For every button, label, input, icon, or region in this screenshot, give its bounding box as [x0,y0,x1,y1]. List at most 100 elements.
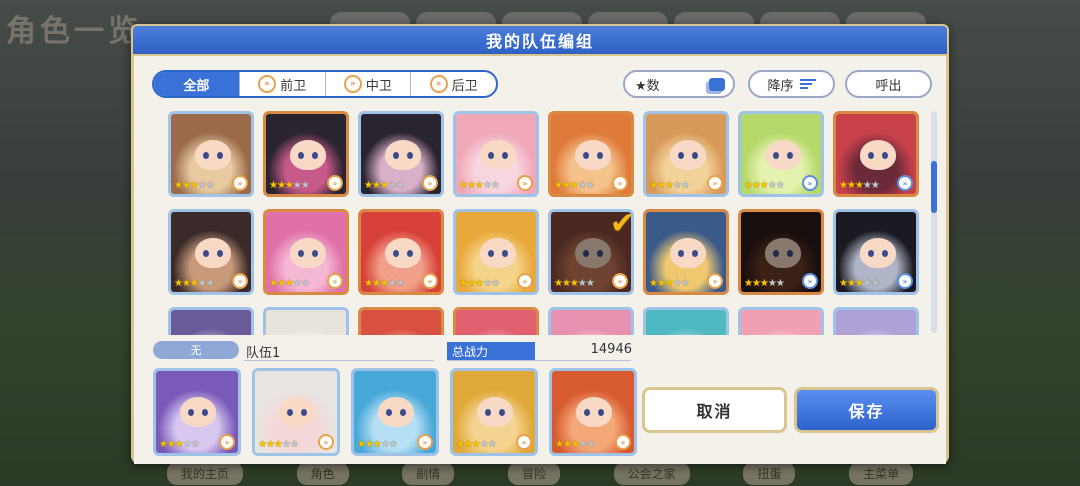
team-tag: 无 [153,341,239,359]
star-rating: ★★★★★ [649,180,690,191]
portrait-eye [868,250,874,257]
portrait-eye [692,250,698,257]
roster-character-card[interactable]: ★★★★★» [643,307,729,335]
team-formation-dialog: 我的队伍编组 全部 » 前卫 » 中卫 » 后卫 ★数 降序 呼出 ★★★★★ »… [131,24,949,464]
filter-front-label: 前卫 [280,78,307,94]
divider [244,360,434,361]
position-chevron-icon: » [232,175,248,191]
roster-character-card[interactable]: ★★★★★» [738,209,824,295]
character-portrait [266,310,346,335]
sort-order-button[interactable]: 降序 [748,70,835,98]
filter-all-tab[interactable]: 全部 [154,72,239,96]
filter-all-label: 全部 [183,78,210,94]
position-chevron-icon: » [232,273,248,289]
roster-character-card[interactable]: ★★★★★» [453,307,539,335]
roster-character-card[interactable]: ★★★★★» [643,209,729,295]
portrait-face [477,397,513,427]
descending-lines-icon [799,79,816,89]
sort-key-label: ★数 [635,78,660,94]
portrait-face [195,140,231,170]
portrait-face [575,238,611,268]
position-chevron-icon: » [343,75,362,93]
star-rating: ★★★★★ [258,439,299,450]
roster-character-card[interactable]: ★★★★★» [833,307,919,335]
load-team-button[interactable]: 呼出 [845,70,932,98]
filter-back-tab[interactable]: » 后卫 [410,72,496,96]
position-chevron-icon: » [802,273,818,289]
character-portrait [551,310,631,335]
portrait-face [765,140,801,170]
star-rating: ★★★★★ [744,180,785,191]
portrait-face [860,238,896,268]
portrait-eye [202,409,208,416]
position-chevron-icon: » [417,434,433,450]
portrait-eye [882,152,888,159]
portrait-eye [312,152,318,159]
portrait-face [378,397,414,427]
position-chevron-icon: » [422,273,438,289]
portrait-face [279,397,315,427]
roster-character-card[interactable]: ★★★★★ » [168,111,254,197]
roster-character-card[interactable]: ★★★★★» [358,111,444,197]
roster-character-card[interactable]: ★★★★★» [263,307,349,335]
sort-key-button[interactable]: ★数 [623,70,735,98]
portrait-eye [787,152,793,159]
roster-character-card[interactable]: ★★★★★» [833,209,919,295]
roster-character-card[interactable]: ★★★★★» [358,307,444,335]
team-name[interactable]: 队伍1 [246,342,280,361]
portrait-face [480,140,516,170]
roster-scroll-thumb[interactable] [931,161,937,213]
save-button[interactable]: 保存 [794,387,939,433]
character-portrait [456,310,536,335]
roster-character-card[interactable]: ★★★★★» [833,111,919,197]
portrait-eye [773,152,779,159]
roster-character-card[interactable]: ★★★★★» [263,209,349,295]
team-member-slot[interactable]: ★★★★★ » [153,368,241,456]
portrait-face [670,238,706,268]
character-roster: ★★★★★» ★★★★★» ★★★★★» ★★★★★» ★★★★★» ★★★★★» ★★★★… [152,107,932,335]
roster-scrollbar[interactable] [931,111,937,333]
filter-middle-tab[interactable]: » 中卫 [324,72,411,96]
roster-character-card[interactable]: ★★★★★» [548,111,634,197]
roster-character-card[interactable]: ★★★★★» [453,209,539,295]
portrait-face [480,238,516,268]
roster-character-card[interactable]: ★★★★★» [453,111,539,197]
team-member-slot[interactable]: ★★★★★ » [252,368,340,456]
roster-character-card[interactable]: ★★★★★» [738,111,824,197]
roster-character-card[interactable]: ★★★★★ » ✔ [548,209,634,295]
dialog-header: 我的队伍编组 [131,24,949,56]
position-chevron-icon: » [516,434,532,450]
load-team-label: 呼出 [875,78,902,94]
character-portrait [836,310,916,335]
team-member-slot[interactable]: ★★★★★ » [450,368,538,456]
roster-character-card[interactable]: ★★★★★» [548,307,634,335]
portrait-eye [386,409,392,416]
roster-character-card[interactable]: ★★★★★» [358,209,444,295]
roster-character-card[interactable]: ★★★★★» [263,111,349,197]
portrait-face [385,238,421,268]
portrait-face [576,397,612,427]
portrait-eye [203,250,209,257]
portrait-eye [488,250,494,257]
star-rating: ★★★★★ [174,180,215,191]
team-member-slot[interactable]: ★★★★★ » [351,368,439,456]
portrait-eye [485,409,491,416]
position-chevron-icon: » [707,175,723,191]
portrait-eye [598,409,604,416]
roster-character-card[interactable]: ★★★★★» [168,307,254,335]
portrait-face [385,140,421,170]
position-chevron-icon: » [258,75,277,93]
team-member-slot[interactable]: ★★★★★ » [549,368,637,456]
cancel-button[interactable]: 取消 [642,387,787,433]
position-chevron-icon: » [318,434,334,450]
character-portrait [361,310,441,335]
portrait-eye [407,250,413,257]
team-slots: ★★★★★ » ★★★★★ » ★★★★★ » ★★★★★ » ★★★★★ » [153,368,637,456]
roster-character-card[interactable]: ★★★★★ » [643,111,729,197]
portrait-eye [502,152,508,159]
roster-character-card[interactable]: ★★★★★» [168,209,254,295]
portrait-eye [298,152,304,159]
roster-character-card[interactable]: ★★★★★» [738,307,824,335]
filter-back-label: 后卫 [451,78,478,94]
filter-front-tab[interactable]: » 前卫 [238,72,325,96]
